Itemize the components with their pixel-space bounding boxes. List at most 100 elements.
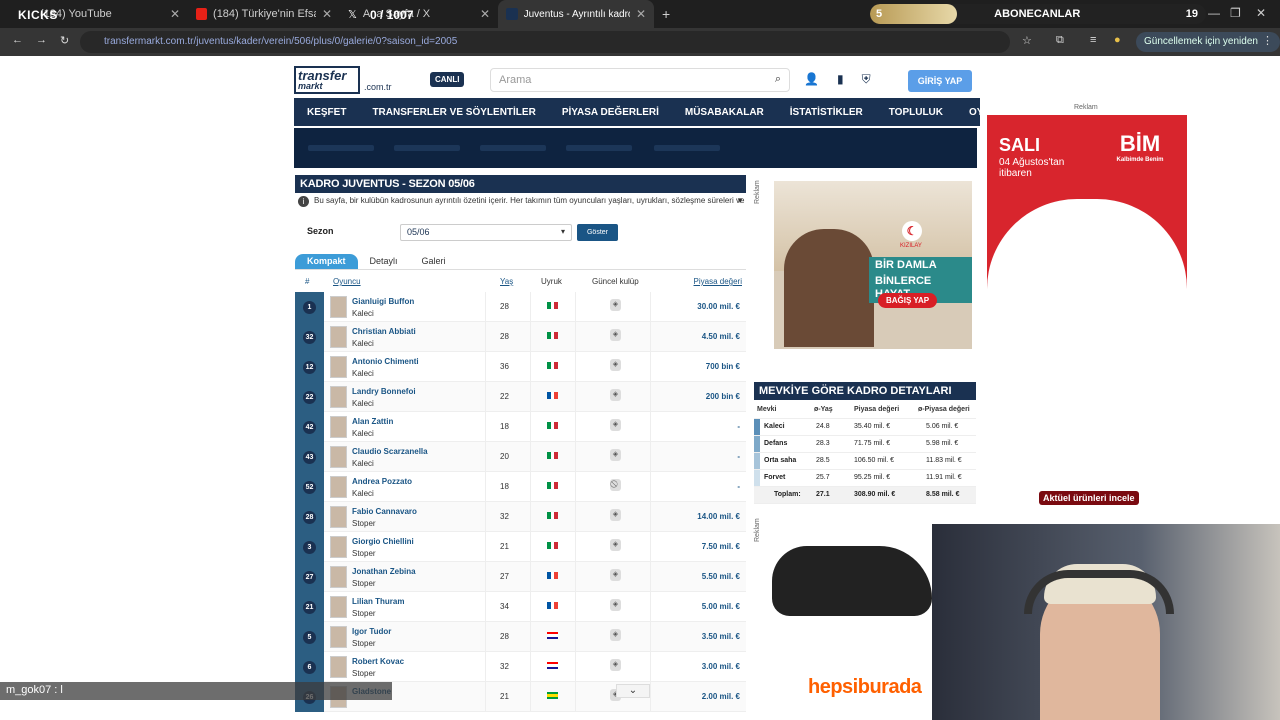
player-photo[interactable] xyxy=(330,476,347,498)
header-age[interactable]: Yaş xyxy=(500,277,513,286)
player-photo[interactable] xyxy=(330,626,347,648)
club-crest-icon[interactable]: ◈ xyxy=(610,389,621,401)
club-crest-icon[interactable]: ◈ xyxy=(610,449,621,461)
minimize-icon[interactable]: — xyxy=(1208,6,1220,20)
nationality-flag-icon[interactable] xyxy=(547,512,559,519)
market-value[interactable]: - xyxy=(737,452,740,461)
nav-item[interactable]: TOPLULUK xyxy=(876,107,956,118)
nationality-flag-icon[interactable] xyxy=(547,452,559,459)
nationality-flag-icon[interactable] xyxy=(547,662,558,669)
media-icon[interactable]: ≡ xyxy=(1090,34,1096,46)
header-value[interactable]: Piyasa değeri xyxy=(694,277,742,286)
user-search-icon[interactable]: 👤 xyxy=(804,72,819,87)
search-input[interactable]: Arama ⌕ xyxy=(490,68,790,92)
player-name[interactable]: Landry Bonnefoi xyxy=(352,387,416,396)
player-photo[interactable] xyxy=(330,446,347,468)
bim-ad[interactable]: SALI 04 Ağustos'tan itibaren BİM Kalbimd… xyxy=(987,115,1187,515)
club-crest-icon[interactable]: ◈ xyxy=(610,509,621,521)
table-row[interactable]: 42 Alan Zattin Kaleci 18 ◈ - xyxy=(295,412,746,442)
header-player[interactable]: Oyuncu xyxy=(333,277,361,286)
market-value[interactable]: 30.00 mil. € xyxy=(697,302,740,311)
browser-menu-icon[interactable]: ⋮ xyxy=(1262,34,1273,47)
market-value[interactable]: - xyxy=(737,422,740,431)
market-value[interactable]: 4.50 mil. € xyxy=(702,332,740,341)
live-badge[interactable]: CANLI xyxy=(430,72,465,87)
new-tab-button[interactable]: + xyxy=(654,0,678,28)
market-value[interactable]: - xyxy=(737,482,740,491)
player-photo[interactable] xyxy=(330,566,347,588)
close-icon[interactable]: ✕ xyxy=(480,7,490,21)
player-name[interactable]: Christian Abbiati xyxy=(352,327,416,336)
site-logo[interactable]: transfer markt xyxy=(294,66,360,94)
nav-item[interactable]: İSTATİSTİKLER xyxy=(777,107,876,118)
table-row[interactable]: 3 Giorgio Chiellini Stoper 21 ◈ 7.50 mil… xyxy=(295,532,746,562)
player-photo[interactable] xyxy=(330,536,347,558)
player-name[interactable]: Antonio Chimenti xyxy=(352,357,419,366)
player-name[interactable]: Fabio Cannavaro xyxy=(352,507,417,516)
nav-item[interactable]: MÜSABAKALAR xyxy=(672,107,777,118)
nationality-flag-icon[interactable] xyxy=(547,542,559,549)
tab-galeri[interactable]: Galeri xyxy=(410,254,458,269)
club-crest-icon[interactable]: ◈ xyxy=(610,329,621,341)
player-name[interactable]: Andrea Pozzato xyxy=(352,477,412,486)
extensions-icon[interactable]: ⧉ xyxy=(1056,34,1064,47)
close-icon[interactable]: ✕ xyxy=(322,7,332,21)
search-icon[interactable]: ⌕ xyxy=(775,73,781,86)
table-row[interactable]: 12 Antonio Chimenti Kaleci 36 ◈ 700 bin … xyxy=(295,352,746,382)
nationality-flag-icon[interactable] xyxy=(547,602,559,609)
donate-button[interactable]: BAĞIŞ YAP xyxy=(878,293,938,308)
market-value[interactable]: 14.00 mil. € xyxy=(697,512,740,521)
login-button[interactable]: GİRİŞ YAP xyxy=(908,70,972,92)
nav-item[interactable]: PİYASA DEĞERLERİ xyxy=(549,107,672,118)
player-photo[interactable] xyxy=(330,296,347,318)
tab-x[interactable]: 𝕏 Ana Sayfa / X ✕ xyxy=(340,0,498,28)
bim-cta-button[interactable]: Aktüel ürünleri incele xyxy=(1039,491,1139,505)
back-icon[interactable]: ← xyxy=(12,34,23,46)
table-row[interactable]: 52 Andrea Pozzato Kaleci 18 ⃠ - xyxy=(295,472,746,502)
maximize-icon[interactable]: ❐ xyxy=(1230,6,1241,20)
tab-transfermarkt[interactable]: Juventus - Ayrıntılı kadro 05/06 ✕ xyxy=(498,0,654,28)
player-name[interactable]: Claudio Scarzanella xyxy=(352,447,428,456)
nationality-flag-icon[interactable] xyxy=(547,392,559,399)
player-photo[interactable] xyxy=(330,656,347,678)
window-close-icon[interactable]: ✕ xyxy=(1256,6,1266,20)
table-row[interactable]: 22 Landry Bonnefoi Kaleci 22 ◈ 200 bin € xyxy=(295,382,746,412)
table-row[interactable]: 32 Christian Abbiati Kaleci 28 ◈ 4.50 mi… xyxy=(295,322,746,352)
club-crest-icon[interactable]: ◈ xyxy=(610,299,621,311)
table-row[interactable]: 1 Gianluigi Buffon Kaleci 28 ◈ 30.00 mil… xyxy=(295,292,746,322)
tab-detayli[interactable]: Detaylı xyxy=(358,254,410,269)
market-value[interactable]: 5.50 mil. € xyxy=(702,572,740,581)
tab-kompakt[interactable]: Kompakt xyxy=(295,254,358,269)
club-crest-icon[interactable]: ◈ xyxy=(610,419,621,431)
chevron-down-icon[interactable]: ⌄ xyxy=(616,684,650,698)
player-name[interactable]: Giorgio Chiellini xyxy=(352,537,414,546)
player-name[interactable]: Igor Tudor xyxy=(352,627,391,636)
info-banner[interactable]: i Bu sayfa, bir kulübün kadrosunun ayrın… xyxy=(298,196,746,210)
club-crest-icon[interactable]: ◈ xyxy=(610,599,621,611)
club-crest-icon[interactable]: ◈ xyxy=(610,539,621,551)
player-name[interactable]: Gianluigi Buffon xyxy=(352,297,414,306)
table-row[interactable]: 27 Jonathan Zebina Stoper 27 ◈ 5.50 mil.… xyxy=(295,562,746,592)
market-value[interactable]: 3.00 mil. € xyxy=(702,662,740,671)
player-photo[interactable] xyxy=(330,506,347,528)
season-select[interactable]: 05/06 ▾ xyxy=(400,224,572,241)
table-row[interactable]: 5 Igor Tudor Stoper 28 ◈ 3.50 mil. € xyxy=(295,622,746,652)
nationality-flag-icon[interactable] xyxy=(547,572,559,579)
club-crest-icon[interactable]: ◈ xyxy=(610,629,621,641)
nationality-flag-icon[interactable] xyxy=(547,362,559,369)
nationality-flag-icon[interactable] xyxy=(547,692,558,699)
table-row[interactable]: 43 Claudio Scarzanella Kaleci 20 ◈ - xyxy=(295,442,746,472)
player-name[interactable]: Jonathan Zebina xyxy=(352,567,416,576)
url-field[interactable]: transfermarkt.com.tr/juventus/kader/vere… xyxy=(80,31,1010,53)
player-name[interactable]: Lilian Thuram xyxy=(352,597,404,606)
club-crest-icon[interactable]: ◈ xyxy=(610,659,621,671)
bookmark-star-icon[interactable]: ☆ xyxy=(1022,34,1032,47)
close-icon[interactable]: ✕ xyxy=(636,7,646,21)
market-value[interactable]: 700 bin € xyxy=(706,362,740,371)
nationality-flag-icon[interactable] xyxy=(547,482,559,489)
player-name[interactable]: Alan Zattin xyxy=(352,417,393,426)
tab-youtube-video[interactable]: (184) Türkiye'nin Efsane Sokak ✕ xyxy=(188,0,340,28)
market-value[interactable]: 200 bin € xyxy=(706,392,740,401)
update-button[interactable]: Güncellemek için yeniden başlat xyxy=(1136,32,1280,67)
market-value[interactable]: 3.50 mil. € xyxy=(702,632,740,641)
